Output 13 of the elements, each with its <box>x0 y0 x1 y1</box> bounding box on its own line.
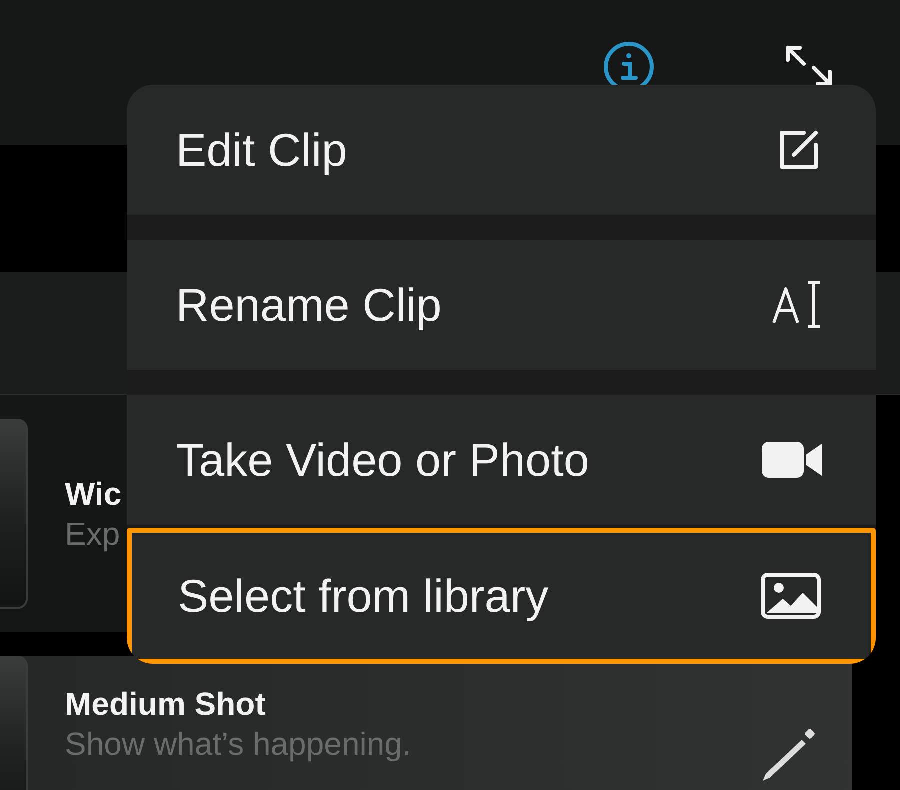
menu-item[interactable]: Edit Clip <box>127 85 876 215</box>
expand-icon[interactable] <box>784 44 834 86</box>
menu-item[interactable]: Rename Clip <box>127 240 876 370</box>
menu-item[interactable]: Select from library <box>127 528 876 664</box>
video-camera-icon <box>762 440 824 480</box>
shot-title: Medium Shot <box>65 685 267 724</box>
shot-row[interactable]: Medium Shot Show what’s happening. <box>0 656 852 790</box>
shot-subtitle: Show what’s happening. <box>65 725 412 764</box>
photo-icon <box>761 573 821 619</box>
shot-title: Wic <box>65 474 122 514</box>
pencil-icon[interactable] <box>762 728 816 782</box>
menu-item[interactable]: Take Video or Photo <box>127 395 876 525</box>
shot-subtitle: Exp <box>65 514 122 554</box>
